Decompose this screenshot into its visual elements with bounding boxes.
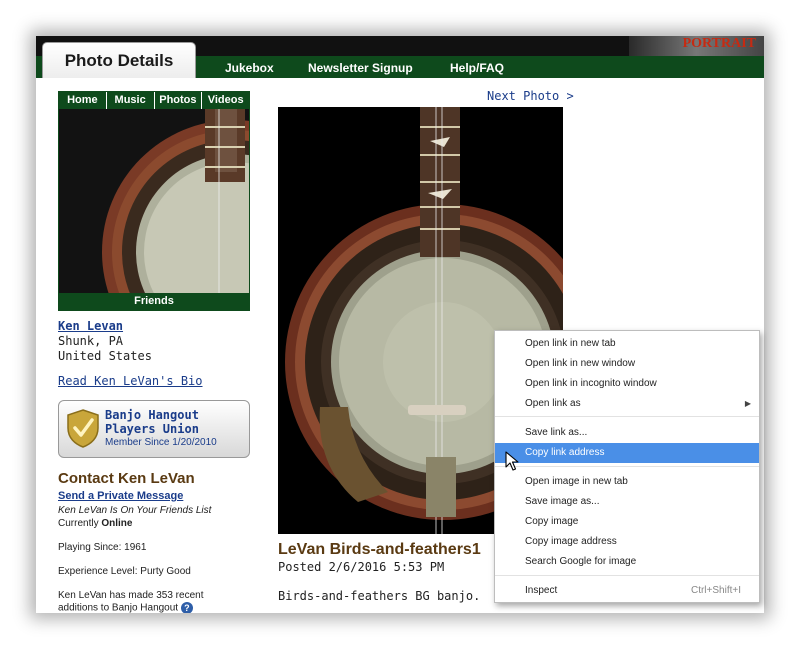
status-value: Online	[101, 518, 133, 529]
help-icon[interactable]: ?	[180, 602, 193, 613]
menu-save-link-as[interactable]: Save link as...	[495, 423, 759, 443]
contact-heading: Contact Ken LeVan	[58, 470, 195, 487]
next-photo-link[interactable]: Next Photo >	[487, 89, 574, 103]
menu-label: Open link in new tab	[525, 338, 616, 349]
union-title: Banjo Hangout Players Union	[105, 408, 199, 436]
profile-city: Shunk, PA	[58, 334, 124, 348]
inspect-shortcut: Ctrl+Shift+I	[690, 585, 741, 596]
union-member-since: Member Since 1/20/2010	[105, 437, 217, 448]
menu-label: Save image as...	[525, 496, 600, 507]
menu-save-image-as[interactable]: Save image as...	[495, 492, 759, 512]
nav-newsletter-signup[interactable]: Newsletter Signup	[308, 61, 413, 75]
banjo-thumbnail	[59, 92, 249, 310]
menu-label: Open image in new tab	[525, 476, 628, 487]
menu-open-image-new-tab[interactable]: Open image in new tab	[495, 472, 759, 492]
mini-nav-home[interactable]: Home	[59, 92, 107, 109]
mini-nav-photos[interactable]: Photos	[155, 92, 203, 109]
mini-nav-videos[interactable]: Videos	[202, 92, 249, 109]
menu-open-link-incognito[interactable]: Open link in incognito window	[495, 374, 759, 394]
context-menu: Open link in new tab Open link in new wi…	[494, 330, 760, 603]
menu-copy-image-address[interactable]: Copy image address	[495, 532, 759, 552]
menu-open-link-new-tab[interactable]: Open link in new tab	[495, 334, 759, 354]
friends-note: Ken LeVan Is On Your Friends List	[58, 505, 212, 516]
mini-nav-music[interactable]: Music	[107, 92, 155, 109]
send-message-link[interactable]: Send a Private Message	[58, 490, 183, 502]
submenu-arrow-icon: ▶	[744, 399, 751, 408]
banner-text: PORTRAIT	[682, 36, 756, 51]
menu-inspect[interactable]: Inspect Ctrl+Shift+I	[495, 581, 759, 601]
friends-label[interactable]: Friends	[59, 293, 249, 310]
menu-search-google-image[interactable]: Search Google for image	[495, 552, 759, 572]
menu-label: Inspect	[525, 585, 558, 596]
profile-photo-box[interactable]: Home Music Photos Videos Friends	[58, 91, 250, 311]
recent-additions-line2: additions to Banjo Hangout	[58, 602, 179, 613]
menu-label: Open link in new window	[525, 358, 636, 369]
menu-label: Copy image	[525, 516, 579, 527]
photo-description: Birds-and-feathers BG banjo.	[278, 589, 481, 603]
shield-check-icon	[67, 409, 99, 448]
status-label: Currently	[58, 518, 99, 529]
menu-copy-link-address[interactable]: Copy link address	[495, 443, 759, 463]
menu-label: Open link in incognito window	[525, 378, 657, 389]
posted-date: Posted 2/6/2016 5:53 PM	[278, 560, 445, 574]
photo-title: LeVan Birds-and-feathers1	[278, 541, 481, 558]
menu-separator	[495, 575, 759, 576]
players-union-badge[interactable]: Banjo Hangout Players Union Member Since…	[58, 400, 250, 458]
menu-label: Open link as	[525, 398, 581, 409]
profile-country: United States	[58, 349, 152, 363]
online-status: Currently Online	[58, 518, 132, 529]
profile-name-link[interactable]: Ken Levan	[58, 319, 123, 333]
menu-separator	[495, 466, 759, 467]
menu-open-link-new-window[interactable]: Open link in new window	[495, 354, 759, 374]
recent-additions: additions to Banjo Hangout ?	[58, 602, 193, 613]
menu-label: Copy link address	[525, 447, 605, 458]
menu-separator	[495, 416, 759, 417]
menu-copy-image[interactable]: Copy image	[495, 512, 759, 532]
menu-label: Search Google for image	[525, 556, 637, 567]
menu-open-link-as[interactable]: Open link as ▶	[495, 394, 759, 414]
tab-photo-details[interactable]: Photo Details	[42, 42, 196, 80]
menu-label: Copy image address	[525, 536, 617, 547]
nav-help-faq[interactable]: Help/FAQ	[450, 61, 504, 75]
mouse-cursor-icon	[505, 451, 519, 471]
bio-link[interactable]: Read Ken LeVan's Bio	[58, 374, 203, 388]
menu-label: Save link as...	[525, 427, 588, 438]
playing-since: Playing Since: 1961	[58, 542, 147, 553]
recent-additions-line1: Ken LeVan has made 353 recent	[58, 590, 204, 601]
experience-level: Experience Level: Purty Good	[58, 566, 191, 577]
nav-jukebox[interactable]: Jukebox	[225, 61, 274, 75]
profile-mini-nav: Home Music Photos Videos	[59, 92, 249, 109]
